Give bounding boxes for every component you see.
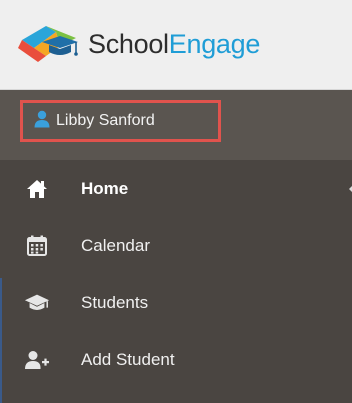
sidebar-item-home[interactable]: Home	[0, 160, 352, 217]
logo-mark-icon	[18, 26, 78, 62]
user-name: Libby Sanford	[56, 112, 155, 129]
content-edge	[0, 278, 2, 403]
header: SchoolEngage	[0, 0, 352, 90]
brand-part-engage: Engage	[168, 28, 261, 59]
home-icon	[24, 177, 50, 201]
graduation-cap-icon	[24, 291, 50, 315]
app-window: SchoolEngage Libby Sanford Home Calendar…	[0, 0, 352, 403]
sidebar-item-students[interactable]: Students	[0, 274, 352, 331]
sidebar-item-label: Home	[81, 178, 129, 198]
brand-part-school: School	[88, 28, 169, 59]
sidebar: Libby Sanford Home Calendar Students Add…	[0, 90, 352, 403]
sidebar-item-label: Calendar	[81, 235, 150, 255]
user-profile-link[interactable]: Libby Sanford	[20, 100, 221, 142]
sidebar-item-label: Add Student	[81, 349, 175, 369]
sidebar-item-add-student[interactable]: Add Student	[0, 331, 352, 388]
sidebar-menu: Home Calendar Students Add Student	[0, 160, 352, 388]
user-icon	[33, 110, 51, 133]
calendar-icon	[24, 234, 50, 258]
schoolengage-logo[interactable]: SchoolEngage	[16, 21, 260, 67]
brand-name: SchoolEngage	[88, 28, 261, 59]
add-user-icon	[24, 348, 50, 372]
user-row: Libby Sanford	[0, 90, 352, 160]
sidebar-item-label: Students	[81, 292, 149, 312]
sidebar-item-calendar[interactable]: Calendar	[0, 217, 352, 274]
